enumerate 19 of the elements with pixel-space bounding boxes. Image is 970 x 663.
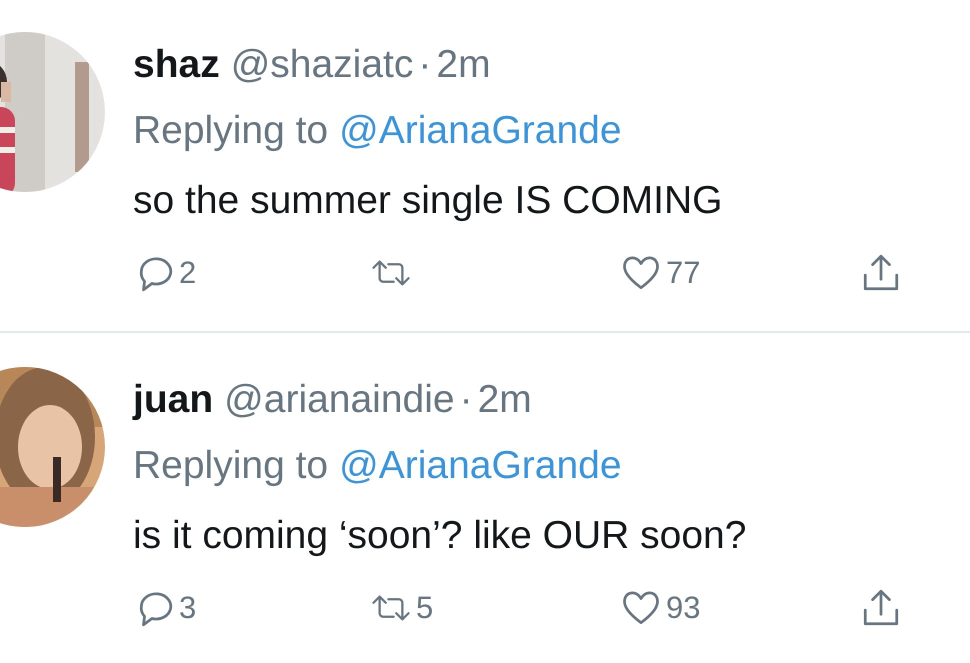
retweet-button[interactable]: 5 bbox=[370, 587, 434, 629]
tweet-text: is it coming ‘soon’? like OUR soon? bbox=[133, 513, 748, 559]
mention-link[interactable]: @ArianaGrande bbox=[339, 433, 622, 499]
user-handle[interactable]: @arianaindie bbox=[224, 367, 455, 433]
user-name[interactable]: shaz bbox=[133, 32, 220, 98]
timestamp: 2m bbox=[478, 377, 532, 423]
user-handle[interactable]: @shaziatc bbox=[230, 32, 414, 98]
reply-button[interactable]: 3 bbox=[133, 587, 196, 629]
separator: · bbox=[460, 377, 473, 423]
tweet-text: so the summer single IS COMING bbox=[133, 178, 724, 224]
replying-label: Replying to bbox=[133, 108, 328, 154]
mention-link[interactable]: @ArianaGrande bbox=[339, 98, 622, 164]
like-button[interactable]: 77 bbox=[620, 252, 700, 294]
reply-button[interactable]: 2 bbox=[133, 252, 196, 294]
timestamp: 2m bbox=[436, 42, 491, 88]
replying-label: Replying to bbox=[133, 443, 328, 489]
user-name[interactable]: juan bbox=[133, 367, 214, 433]
like-button[interactable]: 93 bbox=[620, 587, 700, 629]
separator: · bbox=[418, 42, 432, 88]
